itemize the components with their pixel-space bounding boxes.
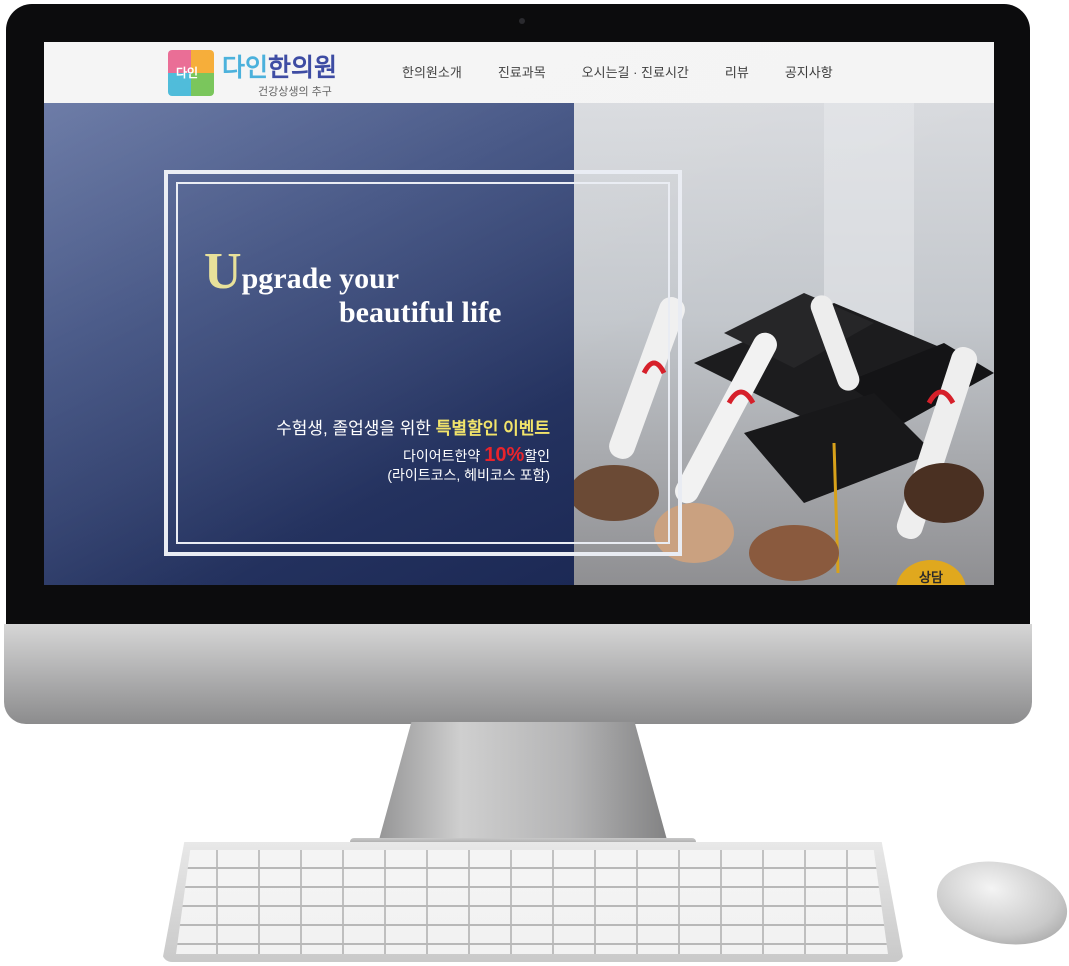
hero-headline-line1-rest: pgrade your <box>241 262 400 295</box>
offer-line: 다이어트한약 10%할인 <box>403 444 550 467</box>
hero-headline-line2: beautiful life <box>339 296 502 329</box>
nav-item-directions-hours[interactable]: 오시는길 · 진료시간 <box>582 62 689 81</box>
event-title: 수험생, 졸업생을 위한 특별할인 이벤트 <box>276 414 550 439</box>
keyboard-key-rows <box>176 850 888 954</box>
offer-suffix: 할인 <box>524 448 550 464</box>
logo-icon[interactable]: 다인 <box>168 50 214 96</box>
offer-note: (라이트코스, 헤비코스 포함) <box>387 467 550 483</box>
nav-item-about[interactable]: 한의원소개 <box>402 62 462 81</box>
brand-tagline: 건강상생의 추구 <box>258 86 332 98</box>
hero-headline-initial: U <box>204 243 242 300</box>
monitor-stand <box>377 722 669 846</box>
main-nav: 한의원소개 진료과목 오시는길 · 진료시간 리뷰 공지사항 <box>402 62 833 81</box>
website-screen: 다인 다인한의원 건강상생의 추구 한의원소개 진료과목 오시는길 · 진료시간… <box>44 42 994 585</box>
hero-headline-line1: Upgrade your <box>204 242 399 301</box>
monitor-chin <box>4 624 1032 724</box>
mouse <box>929 850 1069 956</box>
brand-name-accent: 다인 <box>222 54 269 82</box>
event-highlight: 특별할인 이벤트 <box>435 419 550 438</box>
logo-mark-text: 다인 <box>176 66 199 80</box>
nav-item-reviews[interactable]: 리뷰 <box>725 62 749 81</box>
nav-item-treatments[interactable]: 진료과목 <box>498 62 546 81</box>
brand-name[interactable]: 다인한의원 <box>222 48 337 84</box>
camera-icon <box>519 18 525 24</box>
site-header: 다인 다인한의원 건강상생의 추구 한의원소개 진료과목 오시는길 · 진료시간… <box>44 42 994 103</box>
nav-item-notices[interactable]: 공지사항 <box>785 62 833 81</box>
offer-prefix: 다이어트한약 <box>403 448 485 464</box>
offer-percent: 10% <box>484 444 525 466</box>
event-prefix: 수험생, 졸업생을 위한 <box>276 419 436 438</box>
brand-name-main: 한의원 <box>268 54 338 82</box>
hero-frame-inner <box>176 182 670 544</box>
